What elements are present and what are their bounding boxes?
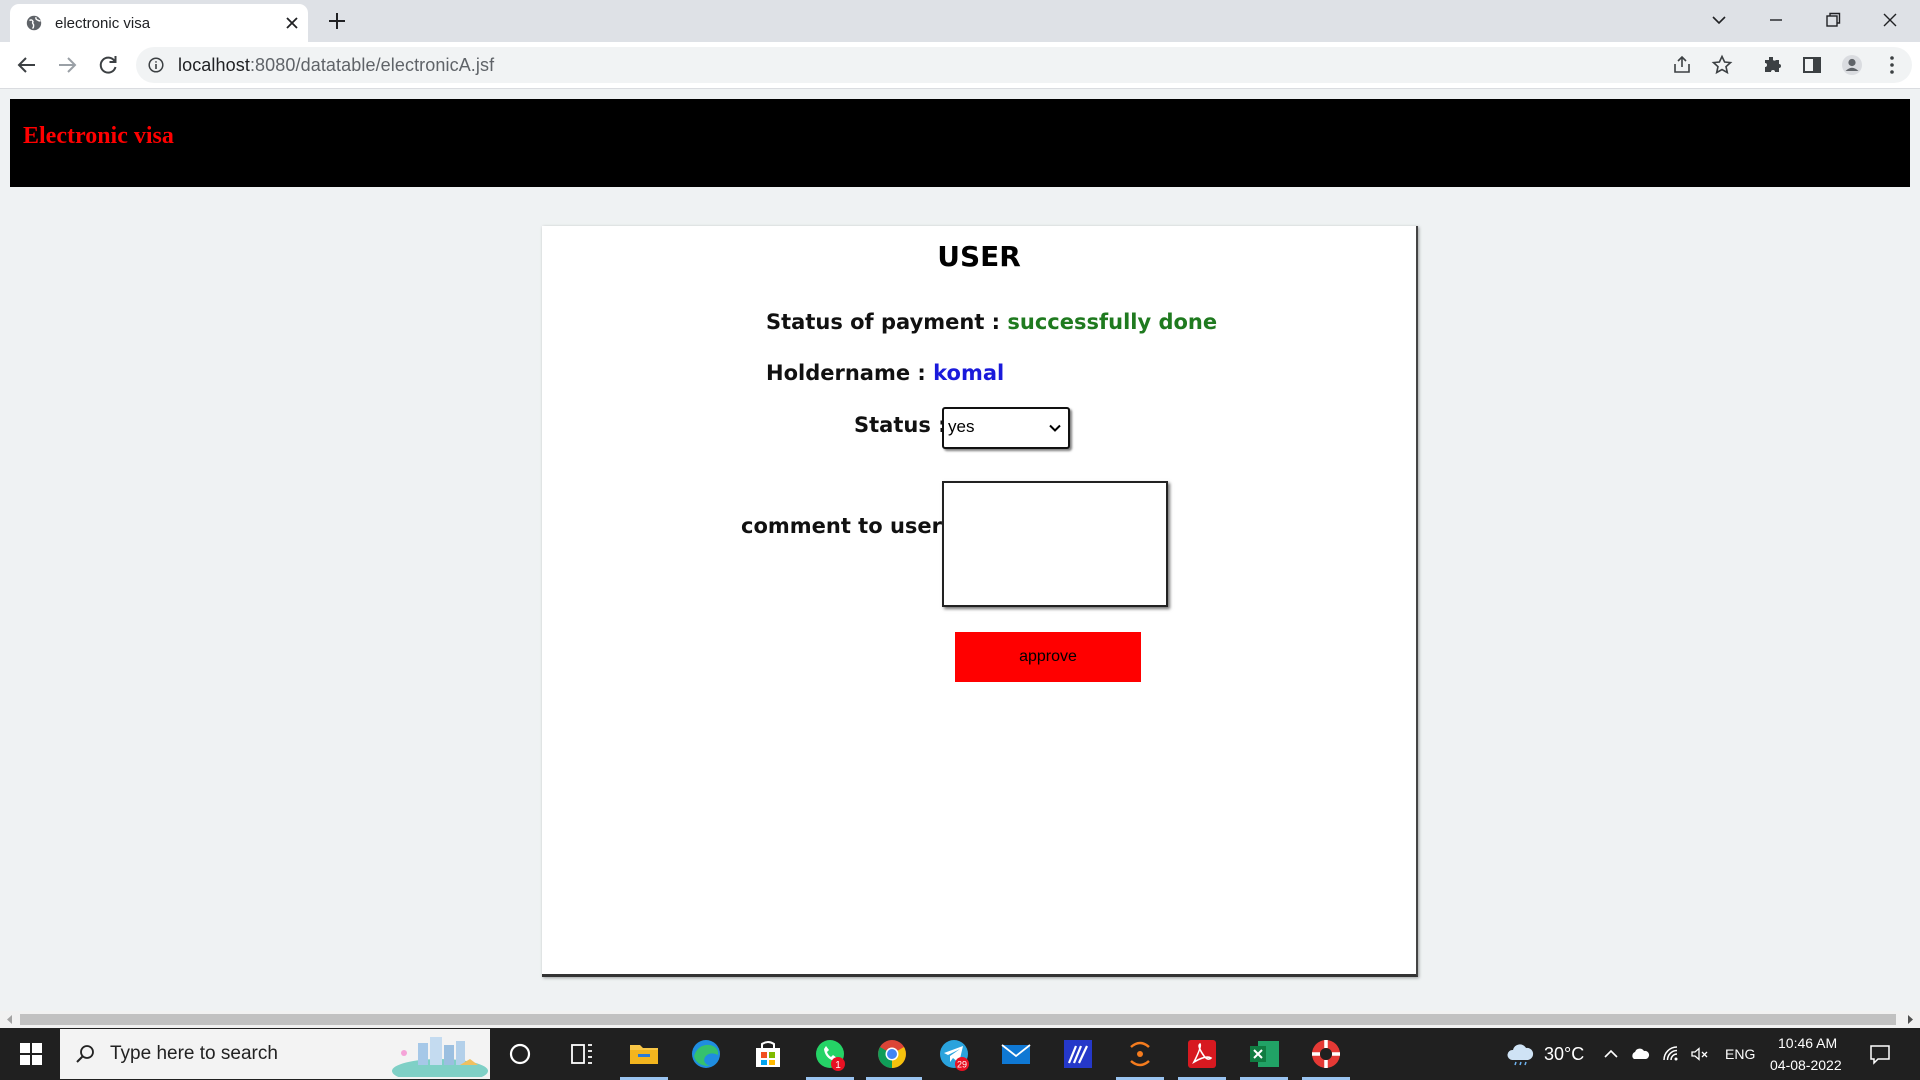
windows-start-icon[interactable] [6,1028,56,1080]
search-icon [76,1045,94,1063]
status-label: Status : [854,413,947,437]
status-select[interactable]: yes [942,407,1070,449]
holdername-row: Holdername : komal [766,361,1004,385]
input-language[interactable]: ENG [1725,1046,1755,1062]
weather-cloud-icon[interactable] [1505,1042,1535,1066]
status-select-value: yes [948,417,975,436]
scrollbar-thumb[interactable] [20,1014,1896,1025]
url-host: localhost [178,55,250,75]
back-icon[interactable] [13,51,41,79]
payment-status-row: Status of payment : successfully done [766,310,1217,334]
payment-status-value: successfully done [1007,310,1218,334]
whatsapp-icon[interactable]: 1 [812,1036,848,1072]
share-icon[interactable] [1670,53,1694,77]
chevron-up-icon[interactable] [1601,1044,1621,1064]
scroll-right-icon[interactable] [1905,1014,1915,1025]
url-text[interactable]: localhost:8080/datatable/electronicA.jsf [178,55,494,76]
toolbar-divider [0,88,1920,89]
file-explorer-icon[interactable] [626,1036,662,1072]
onedrive-cloud-icon[interactable] [1630,1044,1650,1064]
profile-avatar-icon[interactable] [1840,53,1864,77]
side-panel-icon[interactable] [1800,53,1824,77]
app-header: Electronic visa [10,99,1910,187]
edge-browser-icon[interactable] [688,1036,724,1072]
windows-taskbar: Type here to search 1 29 30°C ENG 10:46 … [0,1028,1920,1080]
notification-center-icon[interactable] [1868,1042,1892,1066]
clock-time[interactable]: 10:46 AM [1778,1035,1837,1051]
excel-icon[interactable] [1246,1036,1282,1072]
scroll-left-icon[interactable] [5,1014,15,1025]
bookmark-star-icon[interactable] [1710,53,1734,77]
more-menu-icon[interactable] [1880,53,1904,77]
browser-toolbar: localhost:8080/datatable/electronicA.jsf [0,42,1920,88]
extensions-icon[interactable] [1760,53,1784,77]
search-placeholder: Type here to search [110,1043,278,1064]
task-view-icon[interactable] [564,1036,600,1072]
wifi-icon[interactable] [1661,1044,1681,1064]
telegram-badge-count: 29 [957,1060,967,1070]
new-tab-icon[interactable] [326,10,348,32]
comment-label: comment to user : [741,514,958,538]
app-title: Electronic visa [23,123,174,149]
payment-status-label: Status of payment : [766,310,1001,334]
info-icon[interactable] [148,57,164,73]
cortana-icon[interactable] [502,1036,538,1072]
card-title: USER [937,240,1021,273]
forward-icon[interactable] [53,51,81,79]
telegram-icon[interactable]: 29 [936,1036,972,1072]
volume-muted-icon[interactable] [1690,1044,1710,1064]
close-icon[interactable] [282,13,302,33]
reload-icon[interactable] [94,51,122,79]
holdername-value: komal [933,361,1005,385]
mail-icon[interactable] [998,1036,1034,1072]
chrome-icon[interactable] [874,1036,910,1072]
approve-button[interactable]: approve [955,632,1141,682]
browser-tab-strip: electronic visa [0,0,1920,42]
weather-temperature[interactable]: 30°C [1544,1044,1584,1065]
taskbar-search-box[interactable]: Type here to search [60,1029,490,1079]
close-window-icon[interactable] [1878,8,1902,32]
address-bar[interactable]: localhost:8080/datatable/electronicA.jsf [136,47,1912,83]
holdername-label: Holdername : [766,361,926,385]
restore-icon[interactable] [1821,8,1845,32]
url-path: :8080/datatable/electronicA.jsf [249,55,495,75]
clock-date[interactable]: 04-08-2022 [1770,1057,1842,1073]
globe-icon [26,15,42,31]
acrobat-reader-icon[interactable] [1184,1036,1220,1072]
editor-app-icon[interactable] [1060,1036,1096,1072]
browser-tab[interactable]: electronic visa [10,4,308,42]
lifebuoy-app-icon[interactable] [1308,1036,1344,1072]
comment-textarea[interactable] [942,481,1168,607]
eclipse-ide-icon[interactable] [1122,1036,1158,1072]
microsoft-store-icon[interactable] [750,1036,786,1072]
horizontal-scrollbar[interactable] [0,1011,1920,1028]
minimize-icon[interactable] [1764,8,1788,32]
tab-title: electronic visa [55,15,151,32]
chevron-down-icon[interactable] [1707,8,1731,32]
user-card: USER Status of payment : successfully do… [542,226,1418,977]
chevron-down-icon [1049,424,1061,432]
search-highlight-illustration-icon [392,1037,488,1077]
whatsapp-badge-count: 1 [835,1060,841,1071]
